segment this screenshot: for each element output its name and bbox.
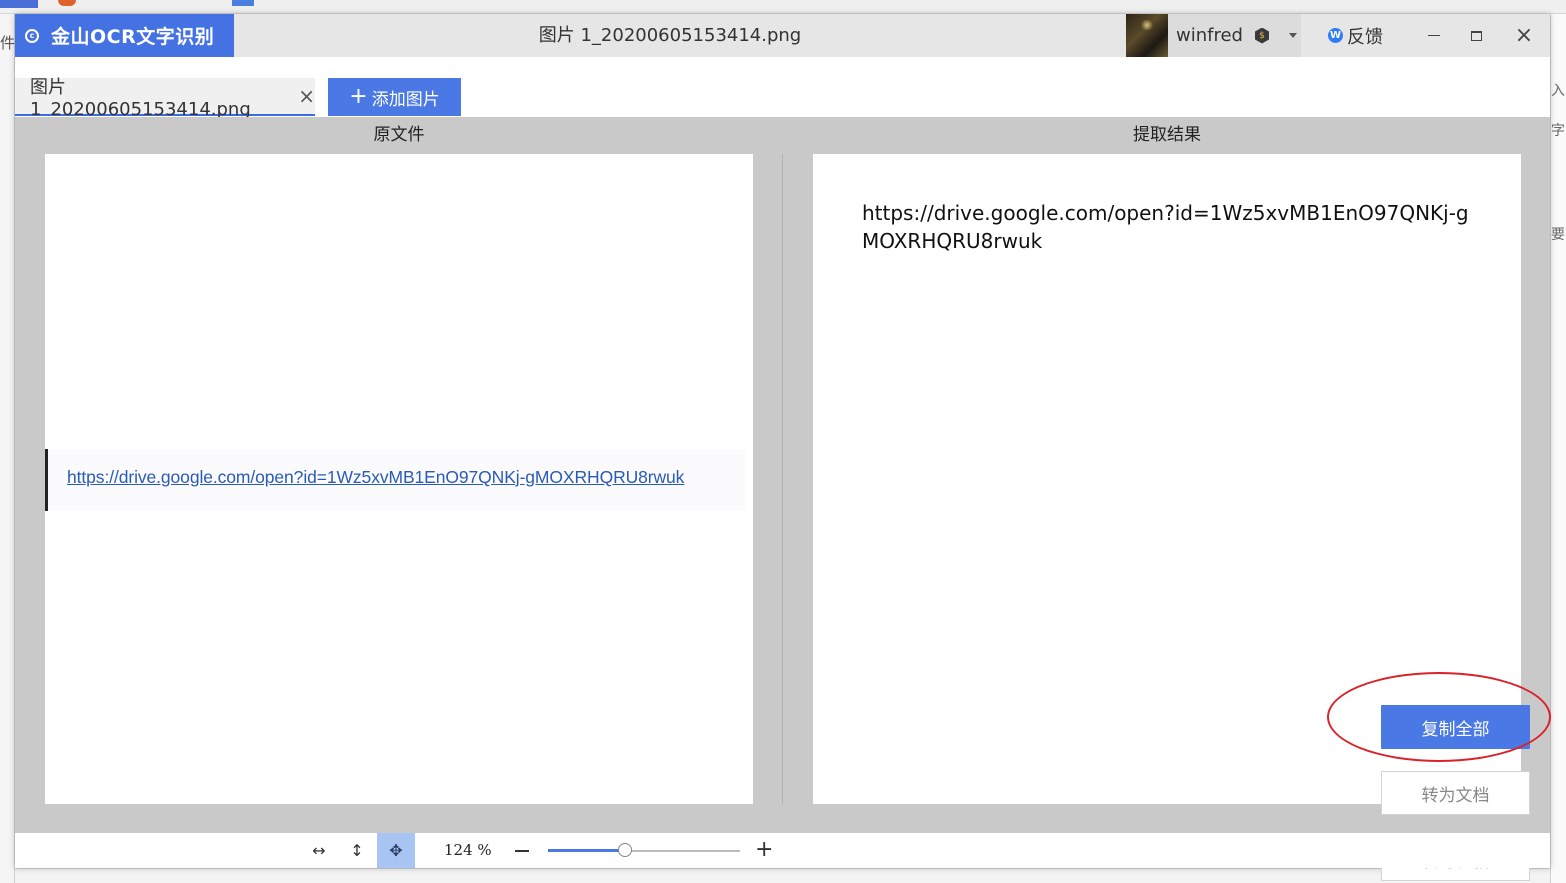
feedback-label: 反馈 [1347, 26, 1383, 48]
result-panel-title: 提取结果 [1133, 125, 1201, 145]
copyright-circle-icon: c [25, 28, 39, 43]
add-image-button[interactable]: + 添加图片 [328, 78, 461, 116]
background-left-text: 件 [0, 34, 16, 52]
zoom-in-icon[interactable]: + [755, 839, 773, 861]
plus-icon: + [349, 84, 368, 109]
copy-all-button[interactable]: 复制全部 [1381, 705, 1530, 749]
zoom-toolbar: ↔ ↕ ✥ 124 % + [15, 833, 1550, 868]
file-tab-bar: 图片 1_20200605153414.png × + 添加图片 [15, 57, 1550, 120]
w-circle-icon: W [1328, 28, 1343, 43]
ocr-dialog: 图片 1_20200605153414.png c 金山OCR文字识别 winf… [15, 14, 1551, 881]
background-right-text: 入 [1551, 83, 1565, 99]
add-image-label: 添加图片 [371, 89, 440, 110]
background-right-text: 要 [1551, 227, 1565, 243]
extracted-text[interactable]: https://drive.google.com/open?id=1Wz5xvM… [862, 199, 1482, 255]
close-tab-icon[interactable]: × [298, 86, 315, 106]
maximize-icon [1470, 30, 1482, 41]
chevron-down-icon[interactable] [1288, 33, 1297, 38]
tab-file-label: 图片 1_20200605153414.png [30, 76, 251, 120]
brand-name: 金山OCR文字识别 [51, 26, 215, 48]
horizontal-arrows-icon[interactable]: ↔ [300, 833, 338, 868]
original-panel-title: 原文件 [373, 125, 425, 145]
background-left-edge [0, 14, 15, 883]
move-cross-icon[interactable]: ✥ [377, 833, 415, 868]
user-name: winfred [1176, 25, 1243, 46]
image-link-text: https://drive.google.com/open?id=1Wz5xvM… [67, 467, 685, 487]
background-doc-icon [232, 0, 254, 6]
vip-badge-icon: $ [1254, 27, 1269, 44]
avatar [1126, 14, 1168, 57]
minimize-button[interactable] [1412, 14, 1456, 57]
title-bar: 图片 1_20200605153414.png c 金山OCR文字识别 winf… [15, 14, 1550, 57]
zoom-slider-fill [548, 849, 625, 852]
vertical-arrows-icon[interactable]: ↕ [338, 833, 376, 868]
zoom-out-icon[interactable] [515, 850, 529, 852]
image-left-border [45, 449, 48, 511]
source-image: https://drive.google.com/open?id=1Wz5xvM… [45, 449, 745, 511]
user-menu[interactable]: winfred $ [1126, 14, 1301, 57]
background-right-edge [1550, 14, 1566, 883]
zoom-slider-thumb[interactable] [618, 843, 632, 857]
close-button[interactable]: × [1502, 14, 1546, 57]
feedback-button[interactable]: W 反馈 [1328, 14, 1383, 57]
brand-header: c 金山OCR文字识别 [15, 14, 234, 57]
panel-divider[interactable] [782, 154, 783, 804]
background-bottom-edge [15, 868, 1550, 883]
main-content: 原文件 提取结果 https://drive.google.com/open?i… [15, 117, 1551, 881]
zoom-level-label: 124 % [444, 841, 492, 859]
to-document-button[interactable]: 转为文档 [1381, 771, 1530, 815]
background-right-text: 字 [1551, 123, 1565, 139]
maximize-button[interactable] [1454, 14, 1498, 57]
background-tab-accent [0, 0, 38, 8]
original-image-panel[interactable]: https://drive.google.com/open?id=1Wz5xvM… [45, 154, 753, 804]
tab-file[interactable]: 图片 1_20200605153414.png × [15, 77, 315, 120]
close-icon: × [1514, 23, 1534, 48]
minimize-icon [1428, 34, 1440, 37]
